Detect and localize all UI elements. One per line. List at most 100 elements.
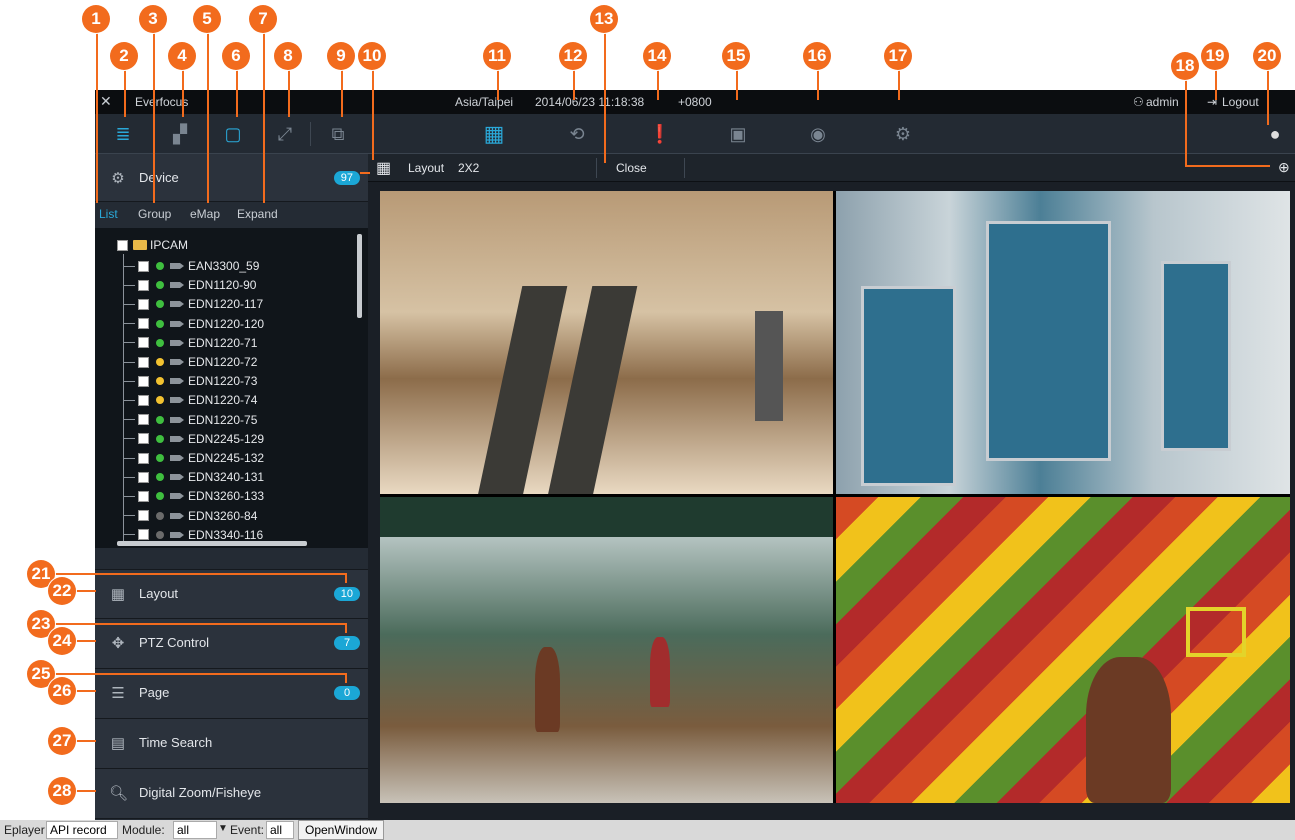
camera-checkbox[interactable] (138, 452, 149, 464)
camera-item[interactable]: EDN1220-73 (123, 372, 257, 390)
camera-item[interactable]: EDN3240-131 (123, 468, 264, 486)
event-icon[interactable]: ▣ (725, 121, 751, 147)
tree-root-ipcam[interactable]: IPCAM (117, 236, 188, 254)
ptz-icon: ✥ (111, 635, 125, 652)
module-select[interactable]: all (173, 821, 217, 839)
list-icon[interactable]: ≣ (110, 121, 136, 147)
callout-marker: 6 (222, 42, 250, 70)
tree-horizontal-scrollbar[interactable] (117, 541, 307, 546)
bottom-bar: Eplayer API record Module: all ▼ Event: … (0, 820, 1295, 840)
event-select[interactable]: all (266, 821, 294, 839)
camera-checkbox[interactable] (138, 510, 149, 522)
status-dot-icon (156, 377, 164, 386)
device-icon[interactable]: ◉ (805, 121, 831, 147)
camera-name: EDN1220-71 (188, 335, 258, 350)
fullscreen-icon[interactable]: ⧉ (325, 121, 351, 147)
tab-list[interactable]: List (99, 207, 118, 221)
emap-icon[interactable]: ▢ (220, 121, 246, 147)
layout-value[interactable]: 2X2 (458, 161, 479, 175)
user-icon: ⚇ (1133, 95, 1144, 109)
camera-checkbox[interactable] (138, 490, 149, 502)
camera-item[interactable]: EDN1220-120 (123, 315, 264, 333)
page-panel-header[interactable]: ☰ Page 0 (95, 669, 368, 719)
camera-item[interactable]: EDN1220-71 (123, 334, 257, 352)
video-tile-shopping-street[interactable] (380, 497, 833, 803)
device-tabs: List Group eMap Expand (95, 202, 368, 228)
camera-item[interactable]: EDN1220-74 (123, 391, 257, 409)
group-icon[interactable]: ▞ (167, 121, 193, 147)
callout-marker: 2 (110, 42, 138, 70)
status-dot-icon (156, 511, 164, 520)
camera-item[interactable]: EDN3260-84 (123, 507, 257, 525)
time-search-panel-header[interactable]: ▤ Time Search (95, 719, 368, 769)
camera-checkbox[interactable] (138, 433, 149, 445)
device-panel-header[interactable]: ⚙ Device 97 (95, 154, 368, 202)
camera-item[interactable]: EDN1220-75 (123, 411, 257, 429)
camera-checkbox[interactable] (138, 375, 149, 387)
video-tile-mall-escalator[interactable] (380, 191, 833, 494)
camera-item[interactable]: EDN1220-117 (123, 295, 263, 313)
camera-name: EDN1220-120 (188, 316, 265, 331)
camera-name: EDN3340-116 (188, 527, 264, 542)
layout-icon[interactable]: ▦ (481, 121, 507, 147)
camera-checkbox[interactable] (138, 337, 149, 349)
alarm-icon[interactable]: ❗ (647, 121, 673, 147)
camera-checkbox[interactable] (138, 394, 149, 406)
eplayer-select[interactable]: API record (46, 821, 118, 839)
camera-item[interactable]: EDN1120-90 (123, 276, 256, 294)
camera-checkbox[interactable] (138, 471, 149, 483)
tab-group[interactable]: Group (138, 207, 171, 221)
expand-icon[interactable]: ⤢ (272, 121, 298, 147)
camera-icon (170, 378, 184, 385)
camera-checkbox[interactable] (138, 414, 149, 426)
camera-icon (170, 512, 184, 519)
callout-marker: 4 (168, 42, 196, 70)
callout-marker: 11 (483, 42, 511, 70)
camera-checkbox[interactable] (138, 356, 149, 368)
playback-icon[interactable]: ⟲ (564, 121, 590, 147)
module-label: Module: (122, 823, 165, 837)
camera-checkbox[interactable] (138, 260, 149, 272)
toolbar: ≣ ▞ ▢ ⤢ ⧉ ▦ ⟲ ❗ ▣ ◉ ⚙ ● (95, 114, 1295, 154)
zoom-panel-header[interactable]: 🔍︎ Digital Zoom/Fisheye (95, 769, 368, 819)
close-button[interactable]: Close (616, 161, 647, 175)
camera-checkbox[interactable] (138, 298, 149, 310)
callout-marker: 8 (274, 42, 302, 70)
camera-item[interactable]: EDN2245-129 (123, 430, 264, 448)
logout-button[interactable]: Logout (1222, 95, 1259, 109)
callout-marker: 20 (1253, 42, 1281, 70)
status-dot-icon (156, 300, 164, 309)
tree-vertical-scrollbar[interactable] (357, 234, 362, 318)
tab-expand[interactable]: Expand (237, 207, 278, 221)
callout-marker: 7 (249, 5, 277, 33)
camera-icon (170, 531, 184, 538)
layout-panel-header[interactable]: ▦ Layout 10 (95, 569, 368, 619)
camera-item[interactable]: EDN2245-132 (123, 449, 264, 467)
callout-marker: 27 (48, 727, 76, 755)
tree-checkbox[interactable] (117, 239, 128, 251)
camera-item[interactable]: EDN1220-72 (123, 353, 257, 371)
open-window-button[interactable]: OpenWindow (298, 820, 385, 840)
layout-grid-icon: ▦ (376, 160, 392, 177)
callout-marker: 26 (48, 677, 76, 705)
status-dot-icon (156, 434, 164, 443)
camera-icon (170, 359, 184, 365)
app-name: Everfocus (135, 95, 189, 109)
camera-checkbox[interactable] (138, 279, 149, 291)
ptz-panel-header[interactable]: ✥ PTZ Control 7 (95, 619, 368, 669)
video-tile-fruit-market[interactable] (836, 497, 1290, 803)
callout-marker: 18 (1171, 52, 1199, 80)
camera-checkbox[interactable] (138, 318, 149, 330)
camera-item[interactable]: EDN3260-133 (123, 487, 264, 505)
camera-item[interactable]: EAN3300_59 (123, 257, 259, 275)
settings-icon[interactable]: ⚙ (890, 121, 916, 147)
camera-checkbox[interactable] (138, 529, 149, 541)
record-icon[interactable]: ● (1262, 121, 1288, 147)
camera-name: EDN2245-129 (188, 431, 265, 446)
add-icon[interactable]: ⊕ (1278, 159, 1290, 176)
time-search-label: Time Search (139, 735, 213, 750)
video-tile-elevator-lobby[interactable] (836, 191, 1290, 494)
chevron-down-icon[interactable]: ▼ (218, 823, 228, 834)
tab-emap[interactable]: eMap (190, 207, 220, 221)
camera-name: EDN1220-72 (188, 355, 258, 369)
